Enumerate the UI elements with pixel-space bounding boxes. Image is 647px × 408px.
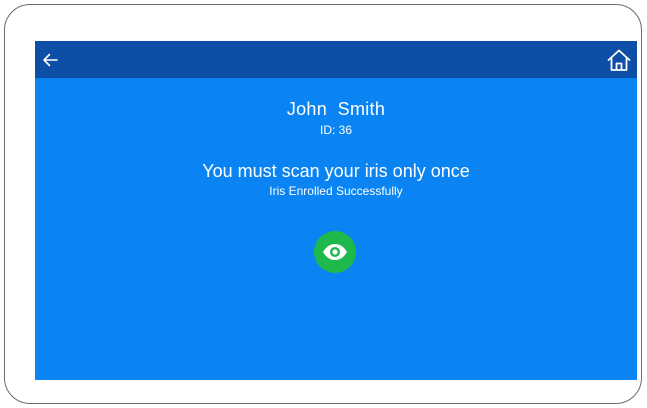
iris-status-badge (314, 231, 356, 273)
eye-icon (323, 244, 347, 260)
home-icon (607, 49, 631, 71)
instruction-text: You must scan your iris only once (202, 161, 470, 181)
back-button[interactable] (35, 41, 65, 78)
app-screen: John Smith ID: 36 You must scan your iri… (35, 41, 637, 380)
user-name: John Smith (286, 99, 386, 119)
top-bar (35, 41, 637, 78)
home-button[interactable] (601, 41, 637, 78)
user-id: ID: 36 (319, 123, 352, 137)
device-frame: John Smith ID: 36 You must scan your iri… (4, 4, 642, 404)
enrollment-content: John Smith ID: 36 You must scan your iri… (35, 78, 637, 199)
enrollment-status: Iris Enrolled Successfully (269, 184, 403, 198)
arrow-left-icon (43, 53, 58, 66)
